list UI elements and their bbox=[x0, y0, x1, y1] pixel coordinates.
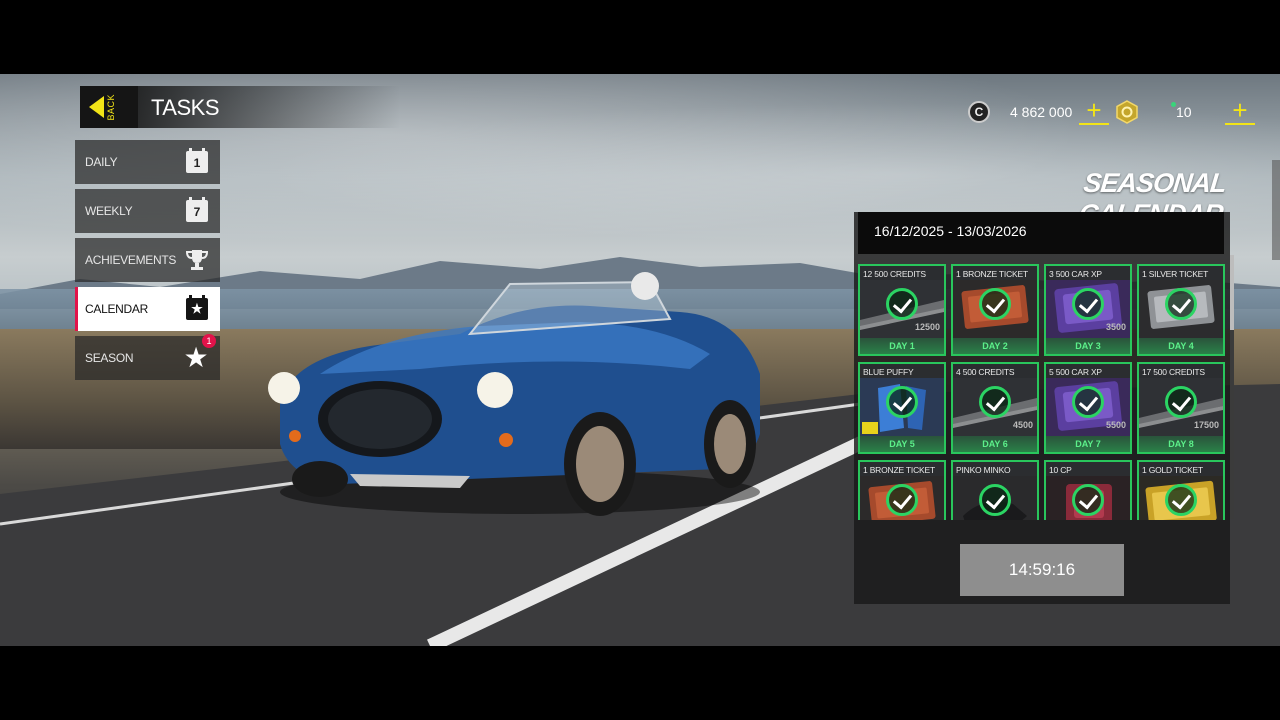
letterbox-top bbox=[0, 0, 1280, 74]
side-panel-tab[interactable] bbox=[1272, 160, 1280, 260]
rewards-grid[interactable]: 12 500 CREDITS 12500 DAY 1 1 BRONZE TICKET D… bbox=[858, 264, 1226, 520]
sidebar-item-label: SEASON bbox=[85, 351, 134, 365]
reward-day-label: DAY 4 bbox=[1139, 338, 1223, 354]
cp-currency-icon bbox=[1116, 100, 1138, 124]
calendar-star-icon: ★ bbox=[186, 295, 208, 320]
buy-cp-button[interactable]: + bbox=[1225, 97, 1255, 125]
sidebar-item-achievements[interactable]: ACHIEVEMENTS bbox=[75, 238, 220, 282]
claimed-check-icon bbox=[1072, 484, 1104, 516]
date-range-bar: 16/12/2025 - 13/03/2026 bbox=[858, 212, 1224, 254]
reward-name: PINKO MINKO bbox=[956, 465, 1011, 475]
back-arrow-icon bbox=[89, 96, 104, 118]
claimed-check-icon bbox=[979, 288, 1011, 320]
calendar-1-icon: 1 bbox=[186, 148, 208, 173]
sidebar-item-calendar[interactable]: CALENDAR ★ bbox=[75, 287, 220, 331]
reward-name: 17 500 CREDITS bbox=[1142, 367, 1205, 377]
reward-name: 1 SILVER TICKET bbox=[1142, 269, 1209, 279]
claimed-check-icon bbox=[886, 386, 918, 418]
reward-day-label: DAY 6 bbox=[953, 436, 1037, 452]
reward-tile[interactable]: PINKO MINKO bbox=[951, 460, 1039, 520]
claimed-check-icon bbox=[979, 484, 1011, 516]
claimed-check-icon bbox=[886, 288, 918, 320]
reward-name: BLUE PUFFY bbox=[863, 367, 914, 377]
page-title: TASKS bbox=[151, 95, 220, 120]
reward-day-label: DAY 1 bbox=[860, 338, 944, 354]
letterbox-bottom bbox=[0, 646, 1280, 720]
reward-tile[interactable]: BLUE PUFFY DAY 5 bbox=[858, 362, 946, 454]
reward-day-label: DAY 2 bbox=[953, 338, 1037, 354]
reward-day-label: DAY 8 bbox=[1139, 436, 1223, 452]
sidebar-item-season[interactable]: SEASON ★ 1 bbox=[75, 334, 220, 380]
claimed-check-icon bbox=[979, 386, 1011, 418]
calendar-7-icon: 7 bbox=[186, 197, 208, 222]
credits-balance: 4 862 000 bbox=[1010, 104, 1073, 120]
cp-balance: 10 bbox=[1176, 104, 1192, 120]
reward-name: 1 BRONZE TICKET bbox=[956, 269, 1028, 279]
notification-badge: 1 bbox=[202, 334, 216, 348]
rewards-scrollbar[interactable] bbox=[1230, 255, 1234, 519]
trophy-icon bbox=[185, 250, 209, 270]
reward-tile[interactable]: 3 500 CAR XP 3500 DAY 3 bbox=[1044, 264, 1132, 356]
reward-tile[interactable]: 12 500 CREDITS 12500 DAY 1 bbox=[858, 264, 946, 356]
star-icon: ★ bbox=[183, 342, 209, 373]
reward-tile[interactable]: 4 500 CREDITS 4500 DAY 6 bbox=[951, 362, 1039, 454]
reward-name: 5 500 CAR XP bbox=[1049, 367, 1102, 377]
reward-name: 4 500 CREDITS bbox=[956, 367, 1015, 377]
reward-name: 10 CP bbox=[1049, 465, 1072, 475]
credits-coin-icon: C bbox=[968, 101, 990, 123]
reward-tile[interactable]: 1 SILVER TICKET DAY 4 bbox=[1137, 264, 1225, 356]
reward-amount: 5500 bbox=[1105, 420, 1126, 430]
reward-tile[interactable]: 1 BRONZE TICKET DAY 2 bbox=[951, 264, 1039, 356]
sidebar-item-weekly[interactable]: WEEKLY 7 bbox=[75, 189, 220, 233]
reward-tile[interactable]: 10 CP bbox=[1044, 460, 1132, 520]
sidebar-item-label: CALENDAR bbox=[85, 302, 148, 316]
claimed-check-icon bbox=[886, 484, 918, 516]
reward-name: 12 500 CREDITS bbox=[863, 269, 926, 279]
claimed-check-icon bbox=[1165, 288, 1197, 320]
sidebar-item-label: ACHIEVEMENTS bbox=[85, 253, 177, 267]
reward-tile[interactable]: 17 500 CREDITS 17500 DAY 8 bbox=[1137, 362, 1225, 454]
reward-name: 3 500 CAR XP bbox=[1049, 269, 1102, 279]
claimed-check-icon bbox=[1072, 386, 1104, 418]
scrollbar-thumb[interactable] bbox=[1230, 255, 1234, 330]
reward-amount: 17500 bbox=[1193, 420, 1219, 430]
reward-day-label: DAY 7 bbox=[1046, 436, 1130, 452]
reward-tile[interactable]: 1 GOLD TICKET bbox=[1137, 460, 1225, 520]
reward-name: 1 GOLD TICKET bbox=[1142, 465, 1204, 475]
date-range: 16/12/2025 - 13/03/2026 bbox=[874, 223, 1027, 239]
reward-tile[interactable]: 5 500 CAR XP 5500 DAY 7 bbox=[1044, 362, 1132, 454]
reward-tile[interactable]: 1 BRONZE TICKET bbox=[858, 460, 946, 520]
reward-amount: 3500 bbox=[1105, 322, 1126, 332]
back-label: BACK bbox=[106, 94, 116, 121]
reward-name: 1 BRONZE TICKET bbox=[863, 465, 935, 475]
sidebar-item-label: WEEKLY bbox=[85, 204, 133, 218]
claimed-check-icon bbox=[1165, 484, 1197, 516]
reward-amount: 12500 bbox=[914, 322, 940, 332]
claimed-check-icon bbox=[1072, 288, 1104, 320]
reward-amount: 4500 bbox=[1012, 420, 1033, 430]
car-image bbox=[268, 272, 760, 516]
buy-credits-button[interactable]: + bbox=[1079, 97, 1109, 125]
reward-day-label: DAY 5 bbox=[860, 436, 944, 452]
sidebar-item-daily[interactable]: DAILY 1 bbox=[75, 140, 220, 184]
sidebar-item-label: DAILY bbox=[85, 155, 118, 169]
timer-button[interactable]: 14:59:16 bbox=[960, 544, 1124, 596]
page-title-bar: TASKS bbox=[138, 86, 400, 128]
claimed-check-icon bbox=[1165, 386, 1197, 418]
back-button[interactable]: BACK bbox=[80, 86, 138, 128]
reward-day-label: DAY 3 bbox=[1046, 338, 1130, 354]
